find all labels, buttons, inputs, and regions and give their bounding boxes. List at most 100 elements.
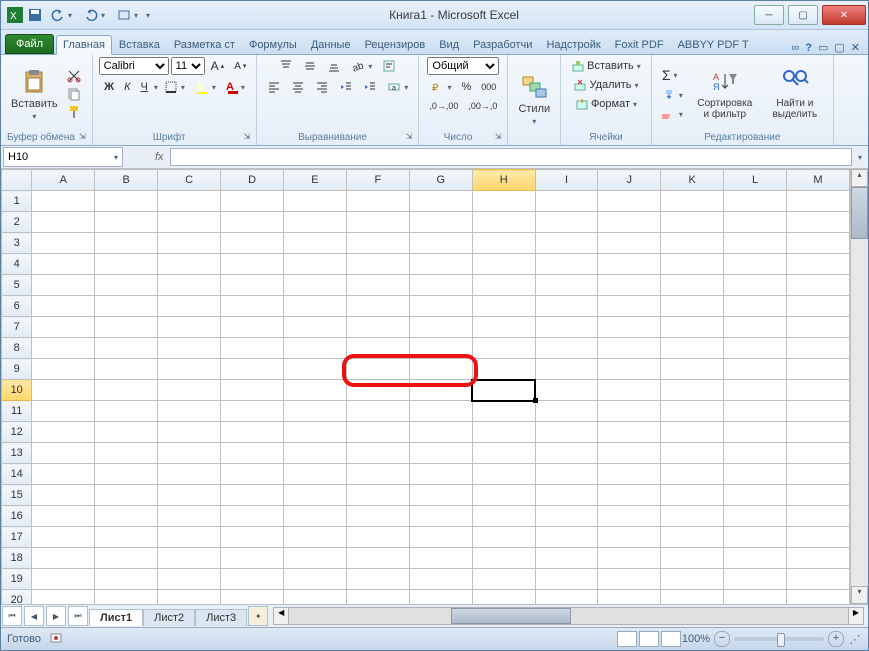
cell[interactable] [221, 569, 284, 590]
cell[interactable] [346, 275, 409, 296]
cell[interactable] [284, 275, 347, 296]
cell[interactable] [661, 443, 724, 464]
cell[interactable] [221, 275, 284, 296]
ribbon-tab-главная[interactable]: Главная [56, 35, 112, 55]
cell[interactable] [158, 359, 221, 380]
format-painter-icon[interactable] [66, 104, 82, 120]
cell[interactable] [95, 317, 158, 338]
file-tab[interactable]: Файл [5, 34, 54, 54]
cell[interactable] [661, 401, 724, 422]
cell[interactable] [786, 380, 849, 401]
cell[interactable] [472, 380, 535, 401]
cell[interactable] [661, 254, 724, 275]
delete-cells-button[interactable]: Удалить [569, 76, 642, 94]
cell[interactable] [535, 317, 598, 338]
increase-indent-icon[interactable] [359, 78, 381, 96]
cell[interactable] [346, 527, 409, 548]
ribbon-tab-формулы[interactable]: Формулы [242, 35, 304, 54]
cell[interactable] [95, 338, 158, 359]
cell[interactable] [346, 191, 409, 212]
cell[interactable] [95, 485, 158, 506]
cell[interactable] [95, 254, 158, 275]
cell[interactable] [95, 464, 158, 485]
cell[interactable] [661, 359, 724, 380]
cell[interactable] [32, 254, 95, 275]
mdi-restore-icon[interactable]: ▢ [834, 41, 844, 54]
row-header[interactable]: 20 [2, 590, 32, 605]
cell[interactable] [786, 317, 849, 338]
cell[interactable] [346, 590, 409, 605]
cell[interactable] [724, 569, 787, 590]
align-middle-icon[interactable] [299, 57, 321, 75]
column-header[interactable]: L [724, 170, 787, 191]
cell[interactable] [472, 464, 535, 485]
cell[interactable] [221, 254, 284, 275]
cell[interactable] [32, 569, 95, 590]
cell[interactable] [598, 464, 661, 485]
save-icon[interactable] [27, 7, 43, 23]
row-header[interactable]: 10 [2, 380, 32, 401]
cell[interactable] [32, 506, 95, 527]
fill-button[interactable] [658, 86, 687, 104]
cell[interactable] [32, 380, 95, 401]
bold-button[interactable]: Ж [100, 79, 118, 95]
cell[interactable] [32, 338, 95, 359]
help-icon[interactable]: ? [805, 42, 812, 54]
row-header[interactable]: 1 [2, 191, 32, 212]
sort-filter-button[interactable]: АЯ Сортировка и фильтр [691, 66, 759, 122]
minimize-button[interactable]: ─ [754, 5, 784, 25]
scroll-up-icon[interactable]: ▴ [851, 169, 868, 187]
cell[interactable] [472, 548, 535, 569]
cell[interactable] [346, 401, 409, 422]
cell[interactable] [284, 443, 347, 464]
decrease-decimal-icon[interactable]: ,00→,0 [464, 99, 501, 113]
cell[interactable] [284, 485, 347, 506]
cell-styles-button[interactable]: Стили ▾ [514, 71, 554, 128]
cell[interactable] [535, 422, 598, 443]
cut-icon[interactable] [66, 68, 82, 84]
fill-color-button[interactable] [191, 78, 220, 96]
align-left-icon[interactable] [263, 78, 285, 96]
view-pagebreak-icon[interactable] [661, 631, 681, 647]
cell[interactable] [221, 212, 284, 233]
increase-font-icon[interactable]: A▴ [207, 57, 229, 75]
cell[interactable] [472, 233, 535, 254]
column-header[interactable]: I [535, 170, 598, 191]
cell[interactable] [472, 296, 535, 317]
cell[interactable] [661, 569, 724, 590]
sheet-tab[interactable]: Лист2 [143, 609, 195, 626]
cell[interactable] [284, 233, 347, 254]
ribbon-tab-foxit pdf[interactable]: Foxit PDF [608, 35, 671, 54]
cell[interactable] [598, 590, 661, 605]
cell[interactable] [535, 359, 598, 380]
cell[interactable] [284, 506, 347, 527]
cell[interactable] [409, 359, 472, 380]
cell[interactable] [472, 191, 535, 212]
cell[interactable] [598, 254, 661, 275]
cell[interactable] [472, 590, 535, 605]
insert-cells-button[interactable]: Вставить [567, 57, 645, 75]
cell[interactable] [661, 275, 724, 296]
cell[interactable] [472, 527, 535, 548]
column-header[interactable]: M [786, 170, 849, 191]
sheet-nav-last-icon[interactable]: ⏭ [68, 606, 88, 626]
cell[interactable] [409, 548, 472, 569]
font-size-select[interactable]: 11 [171, 57, 205, 75]
cell[interactable] [158, 485, 221, 506]
cell[interactable] [32, 443, 95, 464]
cell[interactable] [472, 506, 535, 527]
cell[interactable] [346, 359, 409, 380]
wrap-text-icon[interactable] [378, 57, 400, 75]
cell[interactable] [409, 191, 472, 212]
cell[interactable] [472, 275, 535, 296]
cell[interactable] [409, 380, 472, 401]
row-header[interactable]: 19 [2, 569, 32, 590]
cell[interactable] [158, 548, 221, 569]
cell[interactable] [409, 485, 472, 506]
decrease-font-icon[interactable]: A▾ [230, 59, 250, 74]
italic-button[interactable]: К [120, 79, 134, 95]
cell[interactable] [346, 296, 409, 317]
cell[interactable] [661, 506, 724, 527]
horizontal-scrollbar[interactable]: ◀ ▶ [273, 607, 864, 625]
cell[interactable] [724, 443, 787, 464]
